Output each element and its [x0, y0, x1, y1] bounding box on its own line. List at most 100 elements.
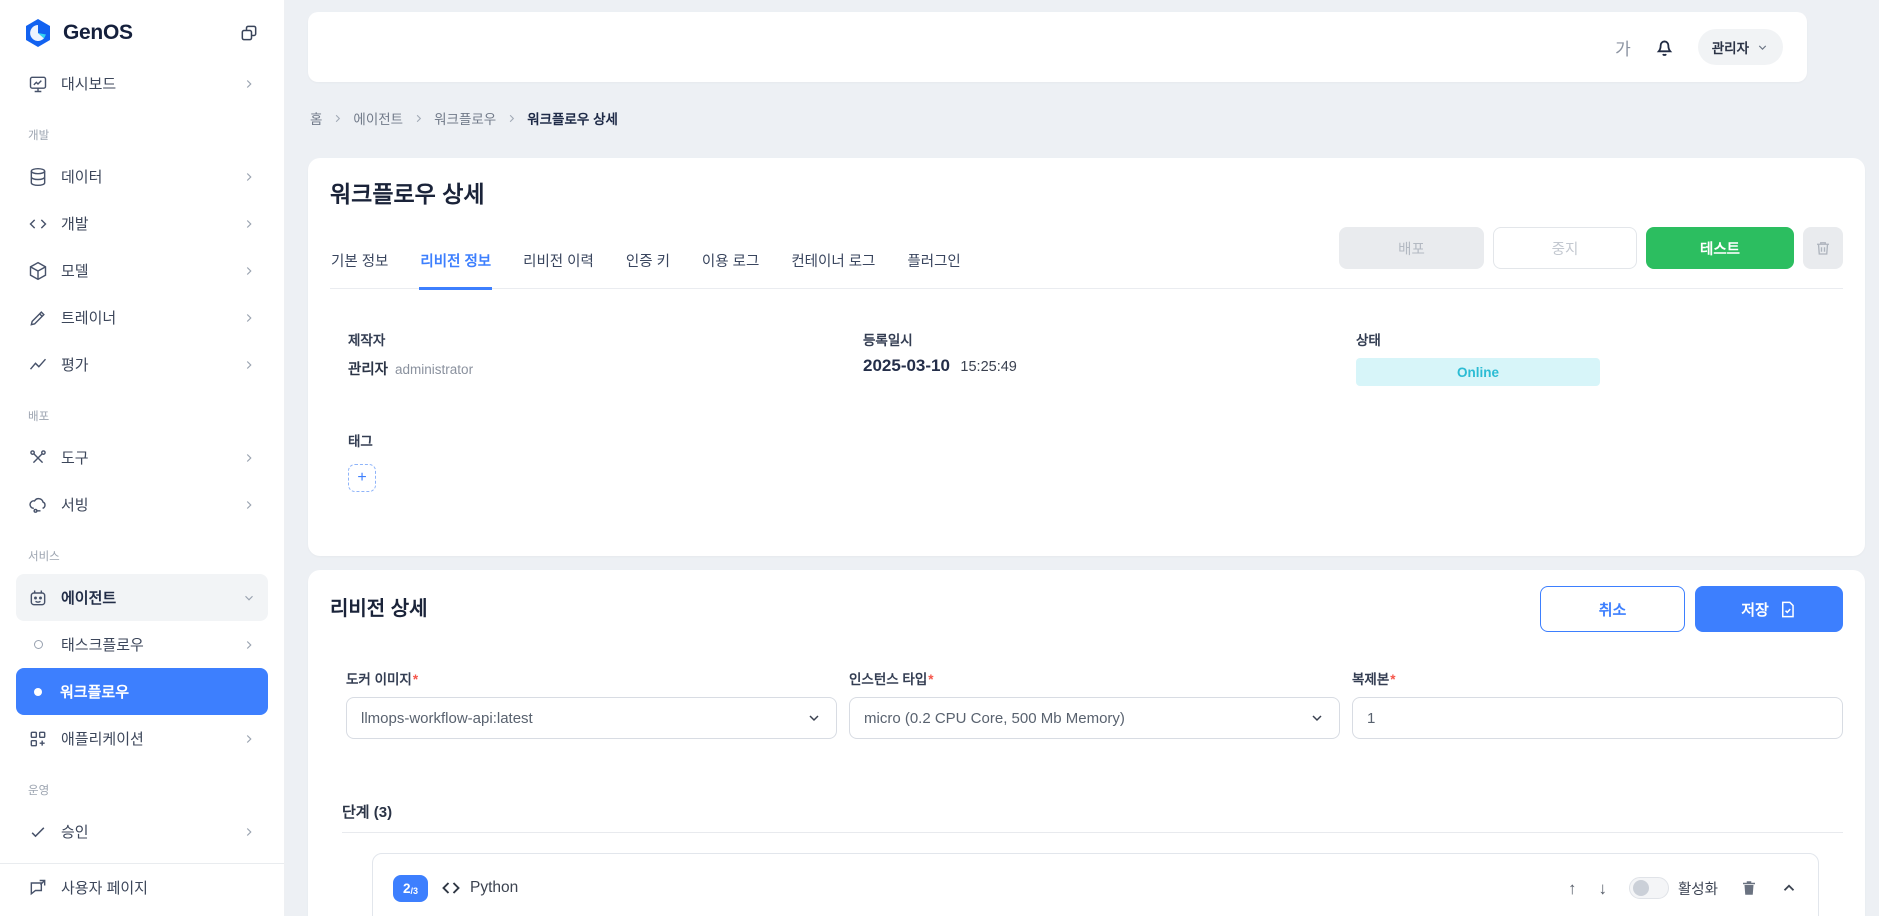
activate-toggle[interactable]	[1629, 877, 1669, 899]
created-block: 등록일시 2025-03-10 15:25:49	[863, 329, 1356, 386]
brand-logo[interactable]: GenOS	[22, 17, 133, 49]
dashboard-icon	[28, 74, 48, 94]
stop-button[interactable]: 중지	[1493, 227, 1637, 269]
chevron-down-icon	[242, 591, 256, 605]
chevron-right-icon	[242, 217, 256, 231]
breadcrumb-agent[interactable]: 에이전트	[353, 108, 403, 128]
replica-input[interactable]	[1352, 697, 1843, 739]
sidebar-item-taskflow[interactable]: 태스크플로우	[16, 621, 268, 668]
status-badge: Online	[1356, 358, 1600, 386]
chevron-right-icon	[242, 638, 256, 652]
tab-bar: 기본 정보 리비전 정보 리비전 이력 인증 키 이용 로그 컨테이너 로그 플…	[330, 208, 1843, 289]
status-block: 상태 Online	[1356, 329, 1843, 386]
code-icon	[441, 878, 461, 898]
sidebar-section-dev: 개발	[16, 107, 268, 153]
tools-icon	[28, 448, 48, 468]
docker-image-field: 도커 이미지* llmops-workflow-api:latest	[346, 668, 837, 739]
move-down-icon[interactable]: ↓	[1598, 880, 1607, 897]
move-up-icon[interactable]: ↑	[1568, 880, 1577, 897]
user-page-icon	[28, 878, 48, 898]
creator-name: 관리자	[348, 358, 388, 379]
sidebar-section-ops: 운영	[16, 762, 268, 808]
creator-label: 제작자	[348, 329, 863, 349]
sidebar-item-dashboard[interactable]: 대시보드	[16, 60, 268, 107]
revision-actions: 취소 저장	[1540, 586, 1843, 632]
add-tag-button[interactable]: +	[348, 464, 376, 492]
sidebar-section-deploy: 배포	[16, 388, 268, 434]
sidebar-item-data[interactable]: 데이터	[16, 153, 268, 200]
collapse-chevron-up-icon[interactable]	[1780, 879, 1798, 897]
bullet-circle-icon	[34, 640, 43, 649]
docker-image-select[interactable]: llmops-workflow-api:latest	[346, 697, 837, 739]
sidebar-item-evaluation[interactable]: 평가	[16, 341, 268, 388]
replica-label: 복제본	[1352, 672, 1389, 687]
steps-label: 단계 (3)	[342, 801, 1843, 833]
chevron-right-icon	[242, 77, 256, 91]
test-button[interactable]: 테스트	[1646, 227, 1794, 269]
instance-type-field: 인스턴스 타입* micro (0.2 CPU Core, 500 Mb Mem…	[849, 668, 1340, 739]
status-label: 상태	[1356, 329, 1843, 349]
breadcrumb-home[interactable]: 홈	[310, 108, 322, 128]
check-icon	[28, 822, 48, 842]
tab-container-log[interactable]: 컨테이너 로그	[790, 250, 876, 290]
chevron-down-icon	[806, 710, 822, 726]
sidebar-collapse-icon[interactable]	[236, 20, 262, 46]
top-header: 가 관리자	[308, 12, 1807, 82]
delete-button[interactable]	[1803, 227, 1843, 269]
revision-fields: 도커 이미지* llmops-workflow-api:latest 인스턴스 …	[346, 668, 1843, 739]
save-button[interactable]: 저장	[1695, 586, 1843, 632]
created-time: 15:25:49	[960, 359, 1016, 375]
sidebar-item-workflow[interactable]: 워크플로우	[16, 668, 268, 715]
deploy-button[interactable]: 배포	[1339, 227, 1484, 269]
chevron-right-icon	[242, 170, 256, 184]
page-title: 워크플로우 상세	[330, 158, 1843, 208]
app-grid-icon	[28, 729, 48, 749]
tag-label: 태그	[348, 430, 1843, 450]
step-card-python: 2 /3 Python ↑ ↓ 활성화	[372, 853, 1819, 916]
docker-image-value: llmops-workflow-api:latest	[361, 710, 533, 727]
instance-type-select[interactable]: micro (0.2 CPU Core, 500 Mb Memory)	[849, 697, 1340, 739]
sidebar-item-approval[interactable]: 승인	[16, 808, 268, 855]
agent-icon	[28, 588, 48, 608]
save-button-label: 저장	[1741, 599, 1769, 620]
user-menu-label: 관리자	[1712, 37, 1749, 57]
code-icon	[28, 214, 48, 234]
tab-usage-log[interactable]: 이용 로그	[701, 250, 760, 290]
sidebar-item-tools[interactable]: 도구	[16, 434, 268, 481]
replica-field: 복제본*	[1352, 668, 1843, 739]
step-delete-icon[interactable]	[1740, 879, 1758, 897]
required-mark: *	[413, 672, 418, 687]
cancel-button[interactable]: 취소	[1540, 586, 1685, 632]
chevron-right-icon	[242, 451, 256, 465]
user-menu[interactable]: 관리자	[1698, 29, 1783, 65]
docker-image-label: 도커 이미지	[346, 672, 412, 687]
sidebar-item-agent[interactable]: 에이전트	[16, 574, 268, 621]
sidebar-item-userpage[interactable]: 사용자 페이지	[16, 864, 268, 911]
step-total: /3	[411, 886, 419, 896]
brand-name: GenOS	[63, 21, 133, 45]
notification-bell-icon[interactable]	[1653, 36, 1676, 59]
sidebar-item-trainer[interactable]: 트레이너	[16, 294, 268, 341]
sidebar-item-application[interactable]: 애플리케이션	[16, 715, 268, 762]
font-size-icon[interactable]: 가	[1615, 35, 1631, 60]
sidebar: GenOS 대시보드 개발 데이터 개발 모델 트레이너 평가	[0, 0, 285, 916]
sidebar-item-serving[interactable]: 서빙	[16, 481, 268, 528]
step-index-badge: 2 /3	[393, 875, 428, 902]
cloud-serving-icon	[28, 495, 48, 515]
created-label: 등록일시	[863, 329, 1356, 349]
trash-icon	[1814, 239, 1832, 257]
workflow-detail-card: 워크플로우 상세 기본 정보 리비전 정보 리비전 이력 인증 키 이용 로그 …	[308, 158, 1865, 556]
tabs: 기본 정보 리비전 정보 리비전 이력 인증 키 이용 로그 컨테이너 로그 플…	[330, 208, 962, 288]
header-actions: 배포 중지 테스트	[1339, 227, 1843, 269]
tab-revision-history[interactable]: 리비전 이력	[522, 250, 595, 290]
tab-plugin[interactable]: 플러그인	[906, 250, 961, 290]
sidebar-item-develop[interactable]: 개발	[16, 200, 268, 247]
activate-label: 활성화	[1678, 878, 1718, 899]
sidebar-item-model[interactable]: 모델	[16, 247, 268, 294]
breadcrumb-workflow[interactable]: 워크플로우	[434, 108, 496, 128]
chevron-right-icon	[332, 113, 343, 124]
tab-revision-info[interactable]: 리비전 정보	[419, 250, 492, 290]
tab-auth-key[interactable]: 인증 키	[625, 250, 671, 290]
chevron-right-icon	[242, 311, 256, 325]
tab-basic-info[interactable]: 기본 정보	[330, 250, 389, 290]
